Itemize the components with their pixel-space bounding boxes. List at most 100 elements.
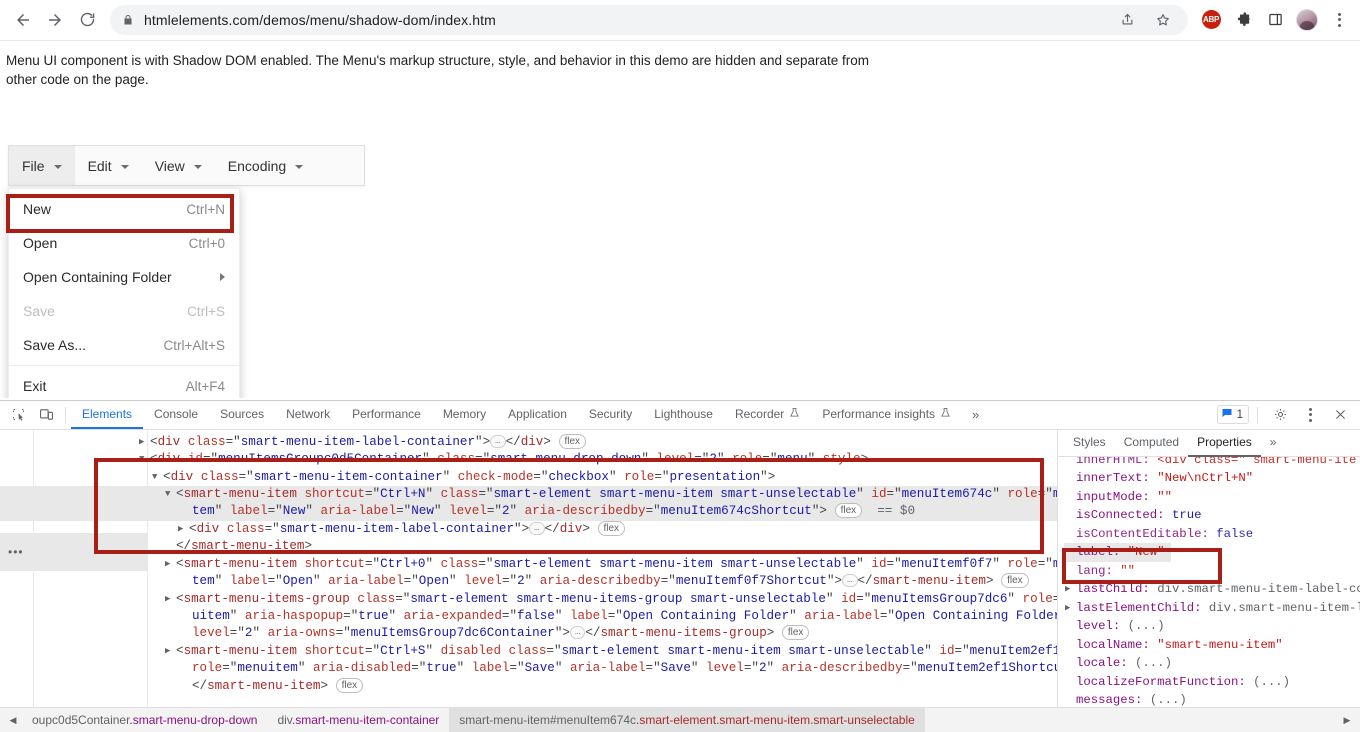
breadcrumb-scroll-left-icon[interactable]: ◀ bbox=[4, 715, 22, 726]
triangle-down-icon[interactable]: ▼ bbox=[139, 451, 144, 468]
dom-tree-line[interactable]: ▼ <div id="menuItemsGroupc0d5Container" c… bbox=[0, 451, 1057, 468]
sidebar-tab-styles[interactable]: Styles bbox=[1064, 429, 1115, 457]
menubar-item-view[interactable]: View bbox=[142, 146, 215, 185]
issues-badge[interactable]: 1 bbox=[1216, 405, 1249, 425]
menu-item-new[interactable]: New Ctrl+N bbox=[9, 192, 239, 226]
tab-security[interactable]: Security bbox=[578, 401, 643, 429]
dom-tree-line[interactable]: uitem" aria-haspopup="true" aria-expande… bbox=[0, 608, 1057, 625]
side-panel-icon[interactable] bbox=[1262, 7, 1288, 33]
breadcrumb-item-2[interactable]: smart-menu-item#menuItem674c.smart-eleme… bbox=[449, 708, 925, 732]
triangle-down-icon[interactable]: ▼ bbox=[165, 486, 170, 503]
avatar[interactable] bbox=[1294, 7, 1320, 33]
tab-memory[interactable]: Memory bbox=[432, 401, 497, 429]
code-token-punct: " bbox=[825, 591, 842, 606]
dom-tree-line[interactable]: ▶ <div class="smart-menu-item-label-conta… bbox=[0, 433, 1057, 451]
breadcrumb-item-1[interactable]: div.smart-menu-item-container bbox=[267, 708, 449, 732]
code-token-attn: role bbox=[624, 469, 655, 484]
dom-tree-line[interactable]: role="menuitem" aria-disabled="true" lab… bbox=[0, 660, 1057, 677]
sidebar-more-tabs[interactable]: » bbox=[1261, 429, 1286, 457]
dom-tree-line[interactable]: ▶ <div class="smart-menu-item-label-conta… bbox=[0, 520, 1057, 538]
menubar-item-edit[interactable]: Edit bbox=[75, 146, 142, 185]
menu-item-open[interactable]: Open Ctrl+0 bbox=[9, 226, 239, 260]
property-row[interactable]: locale: (...) bbox=[1064, 654, 1360, 673]
dom-tree-line[interactable]: tem" label="Open" aria-label="Open" leve… bbox=[0, 573, 1057, 590]
gear-icon[interactable] bbox=[1266, 407, 1294, 422]
menu-item-exit[interactable]: Exit Alt+F4 bbox=[9, 369, 239, 398]
more-tabs-button[interactable]: » bbox=[962, 401, 989, 429]
tab-elements[interactable]: Elements bbox=[71, 401, 144, 429]
share-icon[interactable] bbox=[1114, 7, 1140, 33]
menu-item-save-as[interactable]: Save As... Ctrl+Alt+S bbox=[9, 328, 239, 362]
triangle-right-icon[interactable]: ▶ bbox=[165, 556, 170, 573]
tab-sources[interactable]: Sources bbox=[209, 401, 275, 429]
back-button[interactable] bbox=[8, 5, 38, 35]
code-token-punct: =" bbox=[501, 608, 518, 623]
dom-tree-line[interactable]: tem" label="New" aria-label="New" level=… bbox=[0, 503, 1057, 521]
dom-tree-line[interactable]: ▶ <smart-menu-item shortcut="Ctrl+0" clas… bbox=[0, 556, 1057, 573]
dom-tree-line[interactable]: level="2" aria-owns="menuItemsGroup7dc6C… bbox=[0, 625, 1057, 642]
menu-item-open-containing-folder[interactable]: Open Containing Folder bbox=[9, 260, 239, 294]
property-row[interactable]: ▶ lastChild: div.smart-menu-item-label-co bbox=[1064, 580, 1360, 599]
property-row[interactable]: innerHTML: <div class=" smart-menu-ite bbox=[1064, 457, 1360, 470]
property-row[interactable]: level: (...) bbox=[1064, 617, 1360, 636]
tab-network[interactable]: Network bbox=[275, 401, 341, 429]
tab-application[interactable]: Application bbox=[497, 401, 578, 429]
dom-tree-pane[interactable]: ••• ▶ <div class="smart-menu-item-label-c… bbox=[0, 429, 1058, 707]
property-row[interactable]: lang: "" bbox=[1064, 562, 1360, 581]
menubar-item-label: Encoding bbox=[227, 157, 287, 174]
triangle-down-icon[interactable]: ▼ bbox=[152, 469, 157, 486]
triangle-right-icon[interactable]: ▶ bbox=[1065, 580, 1070, 599]
menu-item-shortcut: Alt+F4 bbox=[185, 378, 225, 394]
property-row[interactable]: localizeFormatFunction: (...) bbox=[1064, 673, 1360, 692]
device-toolbar-icon[interactable] bbox=[32, 401, 60, 429]
tab-recorder[interactable]: Recorder bbox=[724, 401, 811, 429]
property-row[interactable]: isConnected: true bbox=[1064, 506, 1360, 525]
tab-performance-insights[interactable]: Performance insights bbox=[811, 401, 962, 429]
code-token-punct: < bbox=[176, 556, 184, 571]
property-row[interactable]: messages: (...) bbox=[1064, 691, 1360, 707]
code-token-punct: =" bbox=[478, 487, 494, 502]
inspect-element-icon[interactable] bbox=[4, 401, 32, 429]
dom-tree-line[interactable]: ▶ <smart-menu-item shortcut="Ctrl+S" disa… bbox=[0, 643, 1057, 660]
puzzle-extensions-icon[interactable] bbox=[1230, 7, 1256, 33]
menubar-item-encoding[interactable]: Encoding bbox=[215, 146, 316, 185]
property-row[interactable]: innerText: "New\nCtrl+N" bbox=[1064, 469, 1360, 488]
sidebar-tab-computed[interactable]: Computed bbox=[1115, 429, 1188, 457]
triangle-right-icon[interactable]: ▶ bbox=[165, 591, 170, 608]
property-row[interactable]: localName: "smart-menu-item" bbox=[1064, 636, 1360, 655]
close-icon[interactable] bbox=[1326, 408, 1354, 421]
tab-performance[interactable]: Performance bbox=[341, 401, 432, 429]
property-value: "smart-menu-item" bbox=[1157, 637, 1283, 652]
devtools-more-icon[interactable] bbox=[1296, 407, 1324, 422]
code-token-punct: " bbox=[425, 487, 441, 502]
dom-tree-line[interactable]: </smart-menu-item> flex bbox=[0, 677, 1057, 695]
tab-lighthouse[interactable]: Lighthouse bbox=[643, 401, 724, 429]
dom-tree-line[interactable]: </smart-menu-item> bbox=[0, 538, 1057, 555]
code-token-attn: class bbox=[440, 556, 479, 571]
sidebar-tab-properties[interactable]: Properties bbox=[1188, 429, 1261, 457]
address-bar[interactable]: htmlelements.com/demos/menu/shadow-dom/i… bbox=[110, 4, 1188, 35]
code-token-punct: =" bbox=[267, 574, 283, 589]
breadcrumb-scroll-right-icon[interactable]: ▶ bbox=[1338, 715, 1356, 726]
devtools-panel: Elements Console Sources Network Perform… bbox=[0, 400, 1360, 732]
forward-button[interactable] bbox=[40, 5, 70, 35]
dom-tree-line[interactable]: ▼ <div class="smart-menu-item-container" … bbox=[0, 469, 1057, 486]
triangle-right-icon[interactable]: ▶ bbox=[165, 643, 170, 660]
property-row[interactable]: isContentEditable: false bbox=[1064, 525, 1360, 544]
kebab-menu-icon[interactable] bbox=[1326, 7, 1352, 33]
property-row[interactable]: ▶ lastElementChild: div.smart-menu-item-l bbox=[1064, 599, 1360, 618]
property-row[interactable]: inputMode: "" bbox=[1064, 488, 1360, 507]
triangle-right-icon[interactable]: ▶ bbox=[1065, 599, 1070, 618]
dom-tree-line[interactable]: ▶ <smart-menu-items-group class="smart-el… bbox=[0, 591, 1057, 608]
star-icon[interactable] bbox=[1150, 7, 1176, 33]
property-row[interactable]: label: "New" bbox=[1064, 543, 1171, 562]
triangle-right-icon[interactable]: ▶ bbox=[139, 434, 144, 451]
reload-button[interactable] bbox=[72, 5, 102, 35]
abp-extension-icon[interactable]: ABP bbox=[1198, 7, 1224, 33]
code-token-punct: =" bbox=[335, 626, 351, 641]
menubar-item-file[interactable]: File bbox=[9, 146, 75, 185]
dom-tree-line[interactable]: ▼ <smart-menu-item shortcut="Ctrl+N" clas… bbox=[0, 486, 1057, 504]
tab-console[interactable]: Console bbox=[143, 401, 209, 429]
triangle-right-icon[interactable]: ▶ bbox=[178, 521, 183, 538]
breadcrumb-item-0[interactable]: oupc0d5Container.smart-menu-drop-down bbox=[22, 708, 267, 732]
